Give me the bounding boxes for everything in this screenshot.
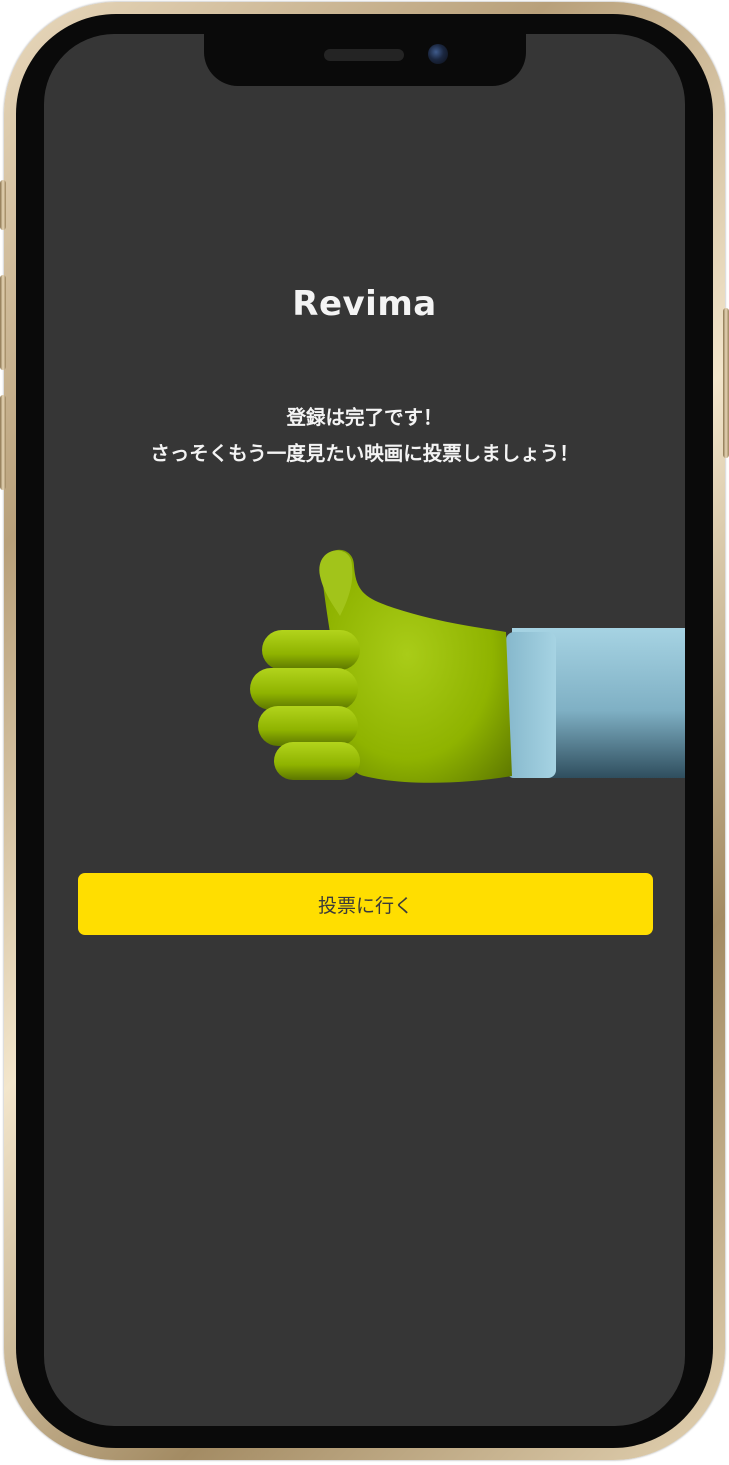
- app-title: Revima: [292, 284, 437, 324]
- finger-4: [274, 742, 360, 780]
- sleeve-cuff: [506, 632, 556, 778]
- finger-1: [262, 630, 360, 670]
- finger-2: [250, 668, 358, 710]
- front-camera: [428, 44, 448, 64]
- go-vote-button[interactable]: 投票に行く: [78, 873, 653, 935]
- completion-message: 登録は完了です！ さっそくもう一度見たい映画に投票しましょう！: [44, 400, 685, 472]
- thumbs-up-hand-icon: [244, 536, 685, 796]
- speaker-grille: [324, 49, 404, 61]
- notch: [204, 34, 526, 86]
- mute-switch: [0, 180, 6, 230]
- volume-down-button: [0, 395, 6, 490]
- app-screen: Revima 登録は完了です！ さっそくもう一度見たい映画に投票しましょう！ 投…: [44, 34, 685, 1426]
- finger-3: [258, 706, 358, 746]
- completion-message-line-2: さっそくもう一度見たい映画に投票しましょう！: [150, 442, 579, 465]
- thumbs-up-illustration: [250, 549, 685, 783]
- completion-message-line-1: 登録は完了です！: [286, 406, 443, 429]
- power-button: [723, 308, 729, 458]
- volume-up-button: [0, 275, 6, 370]
